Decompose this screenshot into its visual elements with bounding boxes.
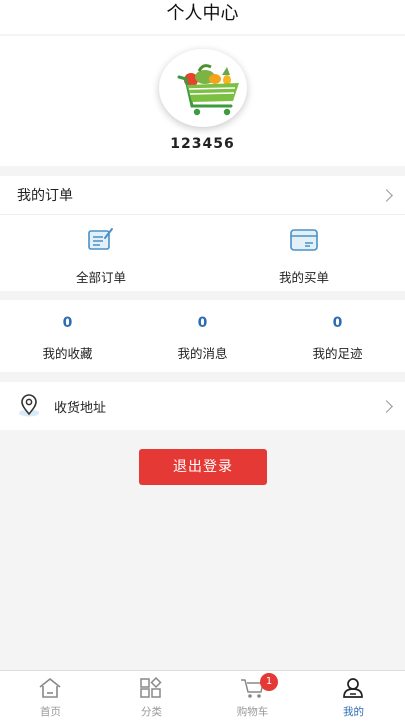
my-orders-title: 我的订单 xyxy=(17,188,73,204)
shipping-address-row[interactable]: 收货地址 xyxy=(0,382,405,430)
username: 123456 xyxy=(170,136,235,152)
bottom-tab-bar: 首页 分类 1 购物车 我的 xyxy=(0,670,405,721)
messages-count: 0 xyxy=(197,315,208,331)
cart-logo-icon xyxy=(177,64,239,116)
my-payments-label: 我的买单 xyxy=(278,270,329,285)
favorites-label: 我的收藏 xyxy=(42,346,93,361)
chevron-right-icon xyxy=(380,400,393,413)
my-payments-button[interactable]: 我的买单 xyxy=(203,215,405,291)
logout-button[interactable]: 退出登录 xyxy=(139,449,267,485)
orders-grid: 全部订单 我的买单 xyxy=(0,215,405,291)
page-header: 个人中心 xyxy=(0,0,405,34)
footprints-label: 我的足迹 xyxy=(312,346,363,361)
footprints-stat[interactable]: 0 我的足迹 xyxy=(270,300,405,372)
page-title: 个人中心 xyxy=(166,3,239,24)
profile-section: 123456 xyxy=(0,36,405,166)
tab-mine-label: 我的 xyxy=(343,706,364,718)
avatar[interactable] xyxy=(159,49,247,127)
favorites-count: 0 xyxy=(62,315,73,331)
chevron-right-icon xyxy=(380,189,393,202)
shipping-address-label: 收货地址 xyxy=(54,401,107,416)
tab-mine[interactable]: 我的 xyxy=(303,671,404,721)
category-icon xyxy=(140,677,162,698)
user-icon xyxy=(343,678,363,698)
messages-label: 我的消息 xyxy=(177,346,228,361)
all-orders-label: 全部订单 xyxy=(75,270,126,285)
card-icon xyxy=(290,229,318,251)
stats-section: 0 我的收藏 0 我的消息 0 我的足迹 xyxy=(0,300,405,372)
messages-stat[interactable]: 0 我的消息 xyxy=(135,300,270,372)
favorites-stat[interactable]: 0 我的收藏 xyxy=(0,300,135,372)
tab-cart-label: 购物车 xyxy=(236,706,269,718)
location-pin-icon xyxy=(19,394,39,417)
document-edit-icon xyxy=(88,228,113,250)
tab-cart[interactable]: 1 购物车 xyxy=(202,671,303,721)
cart-badge: 1 xyxy=(260,673,278,691)
tab-category-label: 分类 xyxy=(141,706,162,718)
tab-category[interactable]: 分类 xyxy=(101,671,202,721)
tab-home-label: 首页 xyxy=(40,706,61,718)
home-icon xyxy=(39,678,61,698)
my-orders-row[interactable]: 我的订单 xyxy=(0,176,405,215)
all-orders-button[interactable]: 全部订单 xyxy=(0,215,202,291)
tab-home[interactable]: 首页 xyxy=(0,671,101,721)
footprints-count: 0 xyxy=(332,315,343,331)
